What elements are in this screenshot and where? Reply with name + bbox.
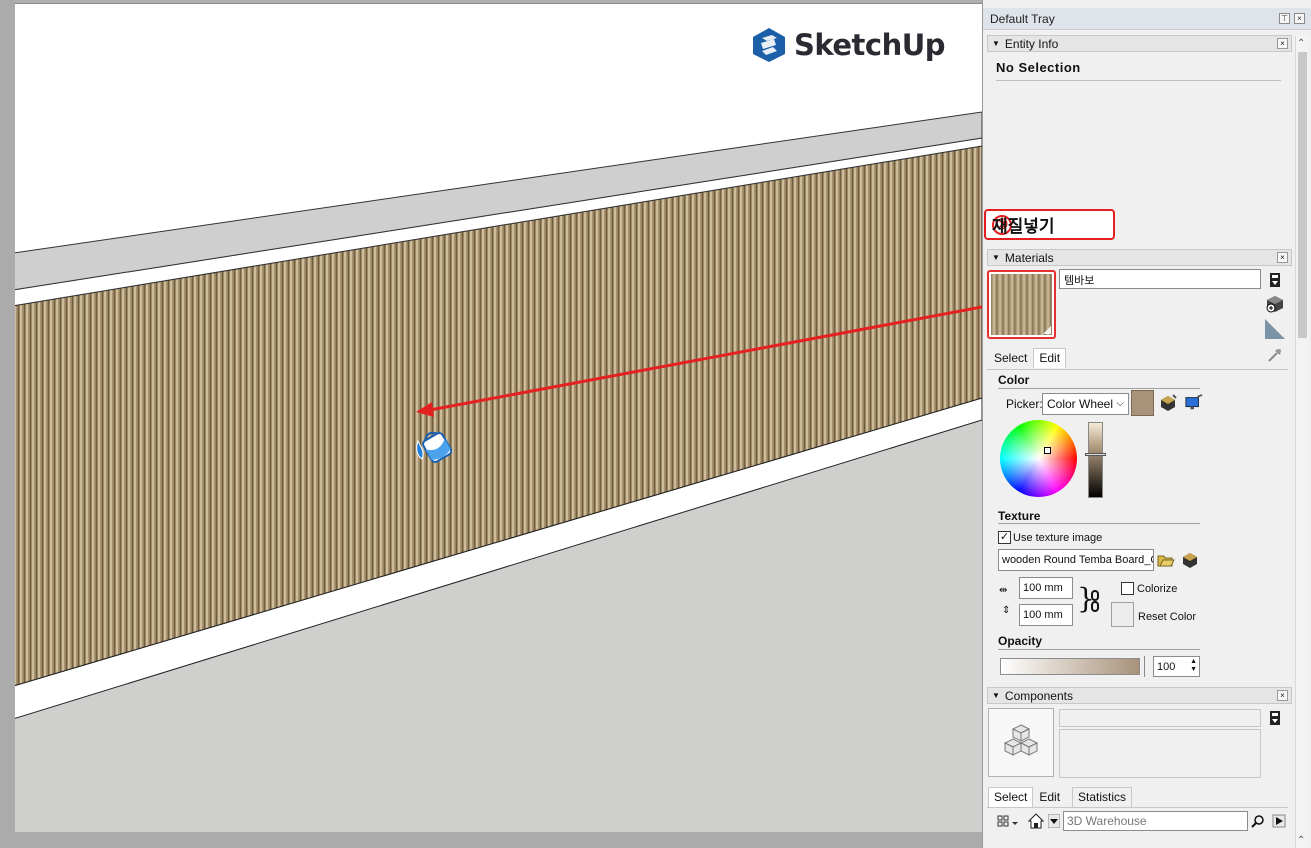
picker-label: Picker: (1006, 397, 1043, 411)
use-texture-label: Use texture image (1013, 532, 1103, 544)
component-preview[interactable] (988, 708, 1054, 777)
chevron-down-icon: ⌵ (1116, 398, 1124, 409)
texture-height-field[interactable]: 100 mm (1019, 604, 1073, 626)
divider (996, 80, 1281, 81)
picker-value: Color Wheel (1047, 397, 1114, 411)
eyedropper-icon[interactable] (1266, 346, 1284, 364)
texture-file-field[interactable]: wooden Round Temba Board_C (998, 549, 1154, 571)
spinner-arrows-icon[interactable]: ▲ ▼ (1190, 658, 1197, 674)
opacity-slider[interactable] (1000, 658, 1140, 675)
material-name-field[interactable]: 템바보 (1059, 269, 1261, 289)
collapse-arrow-icon: ▼ (992, 691, 1000, 700)
opacity-section-label: Opacity (998, 634, 1043, 648)
materials-tabs: Select Edit (988, 348, 1067, 368)
colorize-checkbox[interactable] (1121, 582, 1134, 595)
height-arrow-icon: ⇕ (1002, 605, 1011, 616)
model-viewport[interactable]: SketchUp (0, 0, 982, 848)
close-tray-icon[interactable]: × (1294, 13, 1305, 24)
step-label: 재질넣기 (992, 217, 1055, 237)
divider (998, 649, 1200, 650)
width-arrow-icon: ⇹ (999, 585, 1008, 596)
collapse-arrow-icon: ▼ (992, 39, 1000, 48)
materials-title: Materials (1004, 250, 1054, 265)
browse-folder-icon[interactable] (1157, 551, 1175, 569)
home-icon[interactable] (1027, 812, 1045, 830)
display-secondary-pane-icon[interactable] (1266, 709, 1284, 727)
sketchup-logo: SketchUp (752, 27, 946, 63)
component-description-field[interactable] (1059, 729, 1261, 778)
view-options-icon[interactable] (995, 812, 1021, 830)
create-material-icon[interactable] (1266, 295, 1284, 313)
scroll-up-icon[interactable]: ⌃ (1297, 38, 1305, 49)
warehouse-search-input[interactable]: 3D Warehouse (1063, 811, 1248, 831)
reset-color-label: Reset Color (1138, 611, 1197, 623)
tray-scrollbar[interactable]: ⌃ ⌃ (1295, 36, 1308, 848)
tab-select[interactable]: Select (988, 348, 1033, 368)
color-wheel[interactable] (1000, 420, 1077, 497)
entity-info-header[interactable]: ▼ Entity Info × (987, 35, 1292, 52)
search-icon[interactable] (1249, 812, 1267, 830)
tab-statistics[interactable]: Statistics (1072, 787, 1133, 807)
collapse-arrow-icon: ▼ (992, 253, 1000, 262)
entity-info-title: Entity Info (1004, 36, 1059, 51)
tab-divider (987, 369, 1288, 370)
color-section-label: Color (998, 373, 1030, 387)
components-tabs: Select Edit Statistics (988, 787, 1133, 807)
scene-drawing (0, 111, 982, 848)
component-name-field[interactable] (1059, 709, 1261, 727)
default-material-icon[interactable] (1264, 318, 1286, 340)
sketchup-logo-icon (753, 28, 785, 62)
divider (998, 523, 1200, 524)
tab-edit[interactable]: Edit (1033, 787, 1066, 807)
scroll-down-icon[interactable]: ⌃ (1297, 835, 1305, 846)
materials-header[interactable]: ▼ Materials × (987, 249, 1292, 266)
step-callout: ② 재질넣기 (984, 209, 1115, 240)
chain-lock-icon[interactable] (1090, 590, 1100, 612)
cubes-icon (1003, 723, 1039, 756)
picker-select[interactable]: Color Wheel ⌵ (1042, 393, 1129, 415)
reset-color-button[interactable] (1111, 602, 1134, 627)
opacity-slider-marker (1144, 656, 1145, 677)
components-title: Components (1004, 688, 1073, 703)
tray-title-bar: Default Tray ⊤ × (983, 8, 1311, 30)
viewport-bottom-frame (0, 832, 982, 848)
tab-select[interactable]: Select (988, 787, 1034, 807)
color-swatch[interactable] (1131, 390, 1154, 416)
brightness-slider[interactable] (1085, 422, 1106, 498)
close-panel-icon[interactable]: × (1277, 38, 1288, 49)
use-texture-checkbox[interactable]: ✓ (998, 531, 1011, 544)
texture-section-label: Texture (998, 509, 1041, 523)
viewport-left-frame (0, 0, 15, 848)
divider (998, 388, 1200, 389)
edit-texture-icon[interactable] (1181, 551, 1199, 569)
color-wheel-pointer[interactable] (1044, 447, 1051, 454)
opacity-spinner[interactable]: 100 ▲ ▼ (1153, 656, 1200, 677)
tab-divider (987, 807, 1288, 808)
tray-title: Default Tray (990, 11, 1055, 26)
wood-texture-preview (991, 274, 1052, 335)
logo-text: SketchUp (794, 28, 946, 62)
forward-arrow-icon[interactable] (1270, 812, 1288, 830)
opacity-value: 100 (1157, 661, 1176, 673)
match-model-color-icon[interactable] (1159, 394, 1177, 412)
navigation-dropdown-icon[interactable] (1047, 812, 1061, 830)
texture-width-field[interactable]: 100 mm (1019, 577, 1073, 599)
selection-status: No Selection (996, 60, 1081, 75)
display-secondary-pane-icon[interactable] (1266, 271, 1284, 289)
brightness-knob[interactable] (1085, 453, 1106, 456)
pin-icon[interactable]: ⊤ (1279, 13, 1290, 24)
material-swatch[interactable] (987, 270, 1056, 339)
close-panel-icon[interactable]: × (1277, 690, 1288, 701)
components-header[interactable]: ▼ Components × (987, 687, 1292, 704)
scrollbar-thumb[interactable] (1298, 52, 1307, 338)
paint-bucket-cursor-icon (412, 425, 458, 467)
colorize-label: Colorize (1137, 583, 1178, 595)
match-screen-color-icon[interactable] (1185, 394, 1203, 412)
close-panel-icon[interactable]: × (1277, 252, 1288, 263)
viewport-top-edge (0, 0, 982, 4)
tab-edit[interactable]: Edit (1033, 348, 1067, 368)
